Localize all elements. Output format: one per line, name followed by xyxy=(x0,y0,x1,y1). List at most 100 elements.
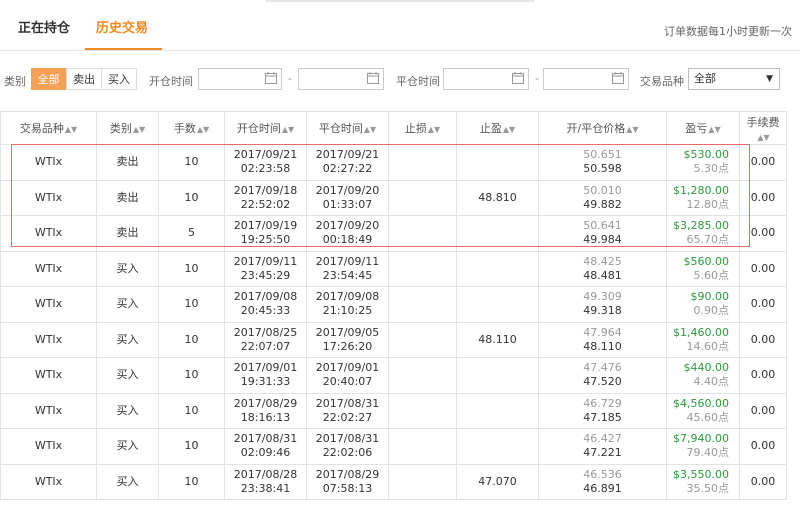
sort-icon: ▲▼ xyxy=(427,125,441,134)
cell-pnl: $4,560.00 45.60点 xyxy=(666,392,740,429)
cell-price: 47.476 47.520 xyxy=(538,357,667,394)
cell-product: WTIx xyxy=(0,144,97,181)
cell-fee: 0.00 xyxy=(739,392,787,429)
top-divider xyxy=(265,0,535,2)
type-all-button[interactable]: 全部 xyxy=(31,68,66,90)
cell-close-time: 2017/08/29 07:58:13 xyxy=(306,463,389,500)
cell-product: WTIx xyxy=(0,392,97,429)
cell-type: 卖出 xyxy=(96,144,159,181)
cell-take-profit xyxy=(456,215,539,252)
cell-close-time: 2017/09/20 01:33:07 xyxy=(306,179,389,216)
cell-lots: 10 xyxy=(158,428,225,465)
header-price[interactable]: 开/平仓价格▲▼ xyxy=(538,111,667,145)
cell-lots: 10 xyxy=(158,357,225,394)
cell-pnl: $530.00 5.30点 xyxy=(666,144,740,181)
sort-icon: ▲▼ xyxy=(708,125,721,134)
sort-icon: ▲▼ xyxy=(196,125,210,134)
close-time-dash: - xyxy=(535,72,539,85)
cell-close-time: 2017/09/08 21:10:25 xyxy=(306,286,389,323)
cell-lots: 10 xyxy=(158,179,225,216)
table-header-row: 交易品种▲▼ 类别▲▼ 手数▲▼ 开仓时间▲▼ 平仓时间▲▼ 止损▲▼ 止盈▲▼… xyxy=(0,111,787,145)
cell-open-time: 2017/09/18 22:52:02 xyxy=(224,179,307,216)
table-row: WTIx 买入 10 2017/09/11 23:45:29 2017/09/11 23:5… xyxy=(0,250,787,287)
cell-type: 买入 xyxy=(96,463,159,500)
cell-open-time: 2017/09/08 20:45:33 xyxy=(224,286,307,323)
open-time-start-input[interactable] xyxy=(198,68,282,90)
header-take-profit[interactable]: 止盈▲▼ xyxy=(456,111,539,145)
cell-open-time: 2017/08/28 23:38:41 xyxy=(224,463,307,500)
cell-price: 48.425 48.481 xyxy=(538,250,667,287)
header-close-time[interactable]: 平仓时间▲▼ xyxy=(306,111,389,145)
table-row: WTIx 买入 10 2017/08/29 18:16:13 2017/08/31 22:0… xyxy=(0,392,787,429)
cell-lots: 5 xyxy=(158,215,225,252)
header-lots[interactable]: 手数▲▼ xyxy=(158,111,225,145)
cell-lots: 10 xyxy=(158,463,225,500)
header-product[interactable]: 交易品种▲▼ xyxy=(0,111,97,145)
header-stop-loss[interactable]: 止损▲▼ xyxy=(388,111,457,145)
cell-product: WTIx xyxy=(0,428,97,465)
open-time-dash: - xyxy=(288,72,292,85)
cell-stop-loss xyxy=(388,215,457,252)
sort-icon: ▲▼ xyxy=(502,125,516,134)
cell-fee: 0.00 xyxy=(739,179,787,216)
cell-stop-loss xyxy=(388,463,457,500)
close-time-end-input[interactable] xyxy=(543,68,629,90)
header-pnl[interactable]: 盈亏▲▼ xyxy=(666,111,740,145)
cell-fee: 0.00 xyxy=(739,321,787,358)
cell-fee: 0.00 xyxy=(739,215,787,252)
sort-icon: ▲▼ xyxy=(64,125,78,134)
cell-fee: 0.00 xyxy=(739,428,787,465)
cell-fee: 0.00 xyxy=(739,357,787,394)
cell-pnl: $1,280.00 12.80点 xyxy=(666,179,740,216)
calendar-icon xyxy=(265,72,277,84)
product-select-value: 全部 xyxy=(694,72,716,85)
type-buy-button[interactable]: 买入 xyxy=(101,68,137,90)
chevron-down-icon: ▼ xyxy=(766,74,773,84)
cell-take-profit xyxy=(456,392,539,429)
cell-product: WTIx xyxy=(0,250,97,287)
cell-open-time: 2017/08/31 02:09:46 xyxy=(224,428,307,465)
product-filter-label: 交易品种 xyxy=(640,75,684,88)
calendar-icon xyxy=(367,72,379,84)
cell-stop-loss xyxy=(388,392,457,429)
cell-close-time: 2017/08/31 22:02:27 xyxy=(306,392,389,429)
tab-history[interactable]: 历史交易 xyxy=(96,20,148,38)
cell-price: 46.729 47.185 xyxy=(538,392,667,429)
cell-fee: 0.00 xyxy=(739,463,787,500)
cell-take-profit xyxy=(456,286,539,323)
cell-stop-loss xyxy=(388,321,457,358)
cell-product: WTIx xyxy=(0,179,97,216)
type-filter-label: 类别 xyxy=(4,75,26,88)
cell-take-profit: 47.070 xyxy=(456,463,539,500)
header-fee[interactable]: 手续费▲▼ xyxy=(739,111,787,145)
cell-product: WTIx xyxy=(0,463,97,500)
cell-price: 49.309 49.318 xyxy=(538,286,667,323)
cell-open-time: 2017/09/19 19:25:50 xyxy=(224,215,307,252)
tab-open-positions[interactable]: 正在持仓 xyxy=(18,20,70,38)
header-type[interactable]: 类别▲▼ xyxy=(96,111,159,145)
cell-pnl: $7,940.00 79.40点 xyxy=(666,428,740,465)
tab-bar: 正在持仓 历史交易 订单数据每1小时更新一次 xyxy=(0,14,800,50)
sort-icon: ▲▼ xyxy=(757,132,770,142)
cell-open-time: 2017/08/25 22:07:07 xyxy=(224,321,307,358)
table-row: WTIx 买入 10 2017/08/31 02:09:46 2017/08/31 22:0… xyxy=(0,428,787,465)
header-open-time[interactable]: 开仓时间▲▼ xyxy=(224,111,307,145)
type-sell-button[interactable]: 卖出 xyxy=(66,68,102,90)
close-time-label: 平仓时间 xyxy=(396,75,440,88)
open-time-end-input[interactable] xyxy=(298,68,384,90)
cell-stop-loss xyxy=(388,428,457,465)
close-time-start-input[interactable] xyxy=(443,68,529,90)
table-row: WTIx 买入 10 2017/08/28 23:38:41 2017/08/29 07:5… xyxy=(0,463,787,500)
cell-type: 买入 xyxy=(96,286,159,323)
cell-pnl: $3,285.00 65.70点 xyxy=(666,215,740,252)
table-row: WTIx 卖出 10 2017/09/21 02:23:58 2017/09/21 02:2… xyxy=(0,144,787,181)
cell-price: 50.641 49.984 xyxy=(538,215,667,252)
cell-pnl: $90.00 0.90点 xyxy=(666,286,740,323)
cell-type: 买入 xyxy=(96,392,159,429)
cell-fee: 0.00 xyxy=(739,250,787,287)
sort-icon: ▲▼ xyxy=(363,125,377,134)
cell-product: WTIx xyxy=(0,321,97,358)
cell-open-time: 2017/09/11 23:45:29 xyxy=(224,250,307,287)
product-select[interactable]: 全部 ▼ xyxy=(688,68,780,90)
cell-product: WTIx xyxy=(0,286,97,323)
